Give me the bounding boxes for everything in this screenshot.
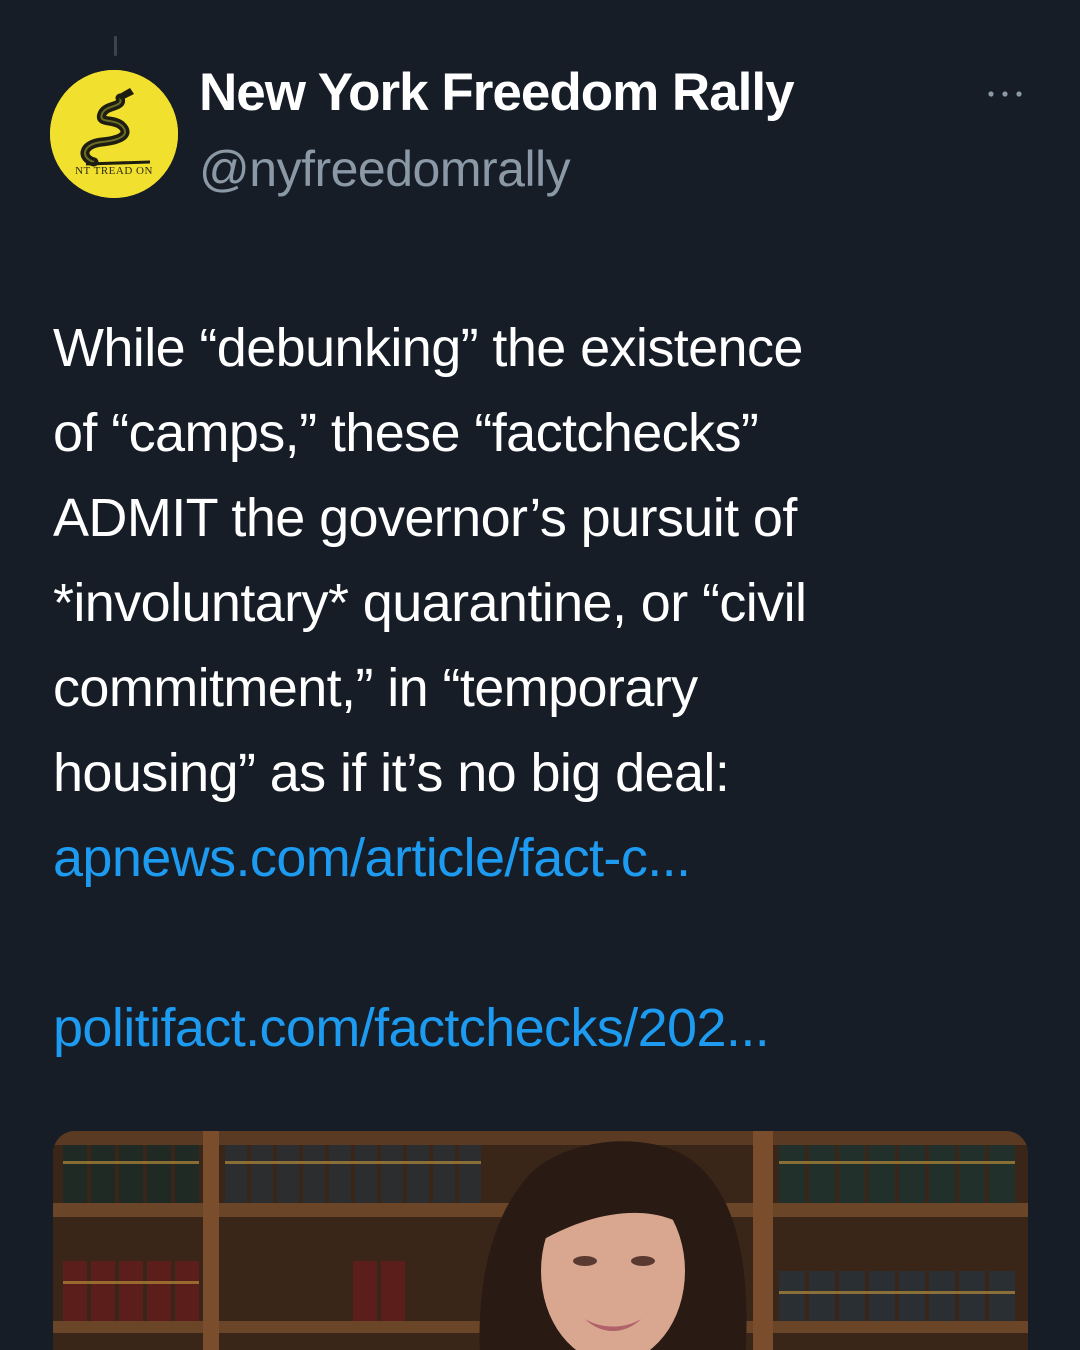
tweet-text-line: commitment,” in “temporary	[53, 658, 698, 718]
news-photo-image	[53, 1131, 1028, 1350]
tweet-text-line: While “debunking” the existence	[53, 318, 803, 378]
user-handle[interactable]: @nyfreedomrally	[199, 140, 571, 198]
tweet-text: While “debunking” the existence of “camp…	[53, 306, 1043, 816]
more-options-button[interactable]	[982, 80, 1028, 108]
avatar-caption: NT TREAD ON	[75, 165, 153, 177]
display-name[interactable]: New York Freedom Rally	[199, 62, 795, 123]
media-preview[interactable]	[53, 1131, 1028, 1350]
politifact-link[interactable]: politifact.com/factchecks/202...	[53, 986, 770, 1071]
more-horizontal-icon	[988, 91, 1022, 97]
tweet-text-line: of “camps,” these “factchecks”	[53, 403, 759, 463]
tweet-text-line: *involuntary* quarantine, or “civil	[53, 573, 807, 633]
thread-connector-line	[114, 36, 117, 56]
avatar[interactable]: NT TREAD ON	[50, 70, 178, 198]
tweet-text-line: ADMIT the governor’s pursuit of	[53, 488, 797, 548]
apnews-link[interactable]: apnews.com/article/fact-c...	[53, 816, 691, 901]
tweet-text-line: housing” as if it’s no big deal:	[53, 743, 730, 803]
gadsden-flag-icon	[50, 70, 178, 198]
